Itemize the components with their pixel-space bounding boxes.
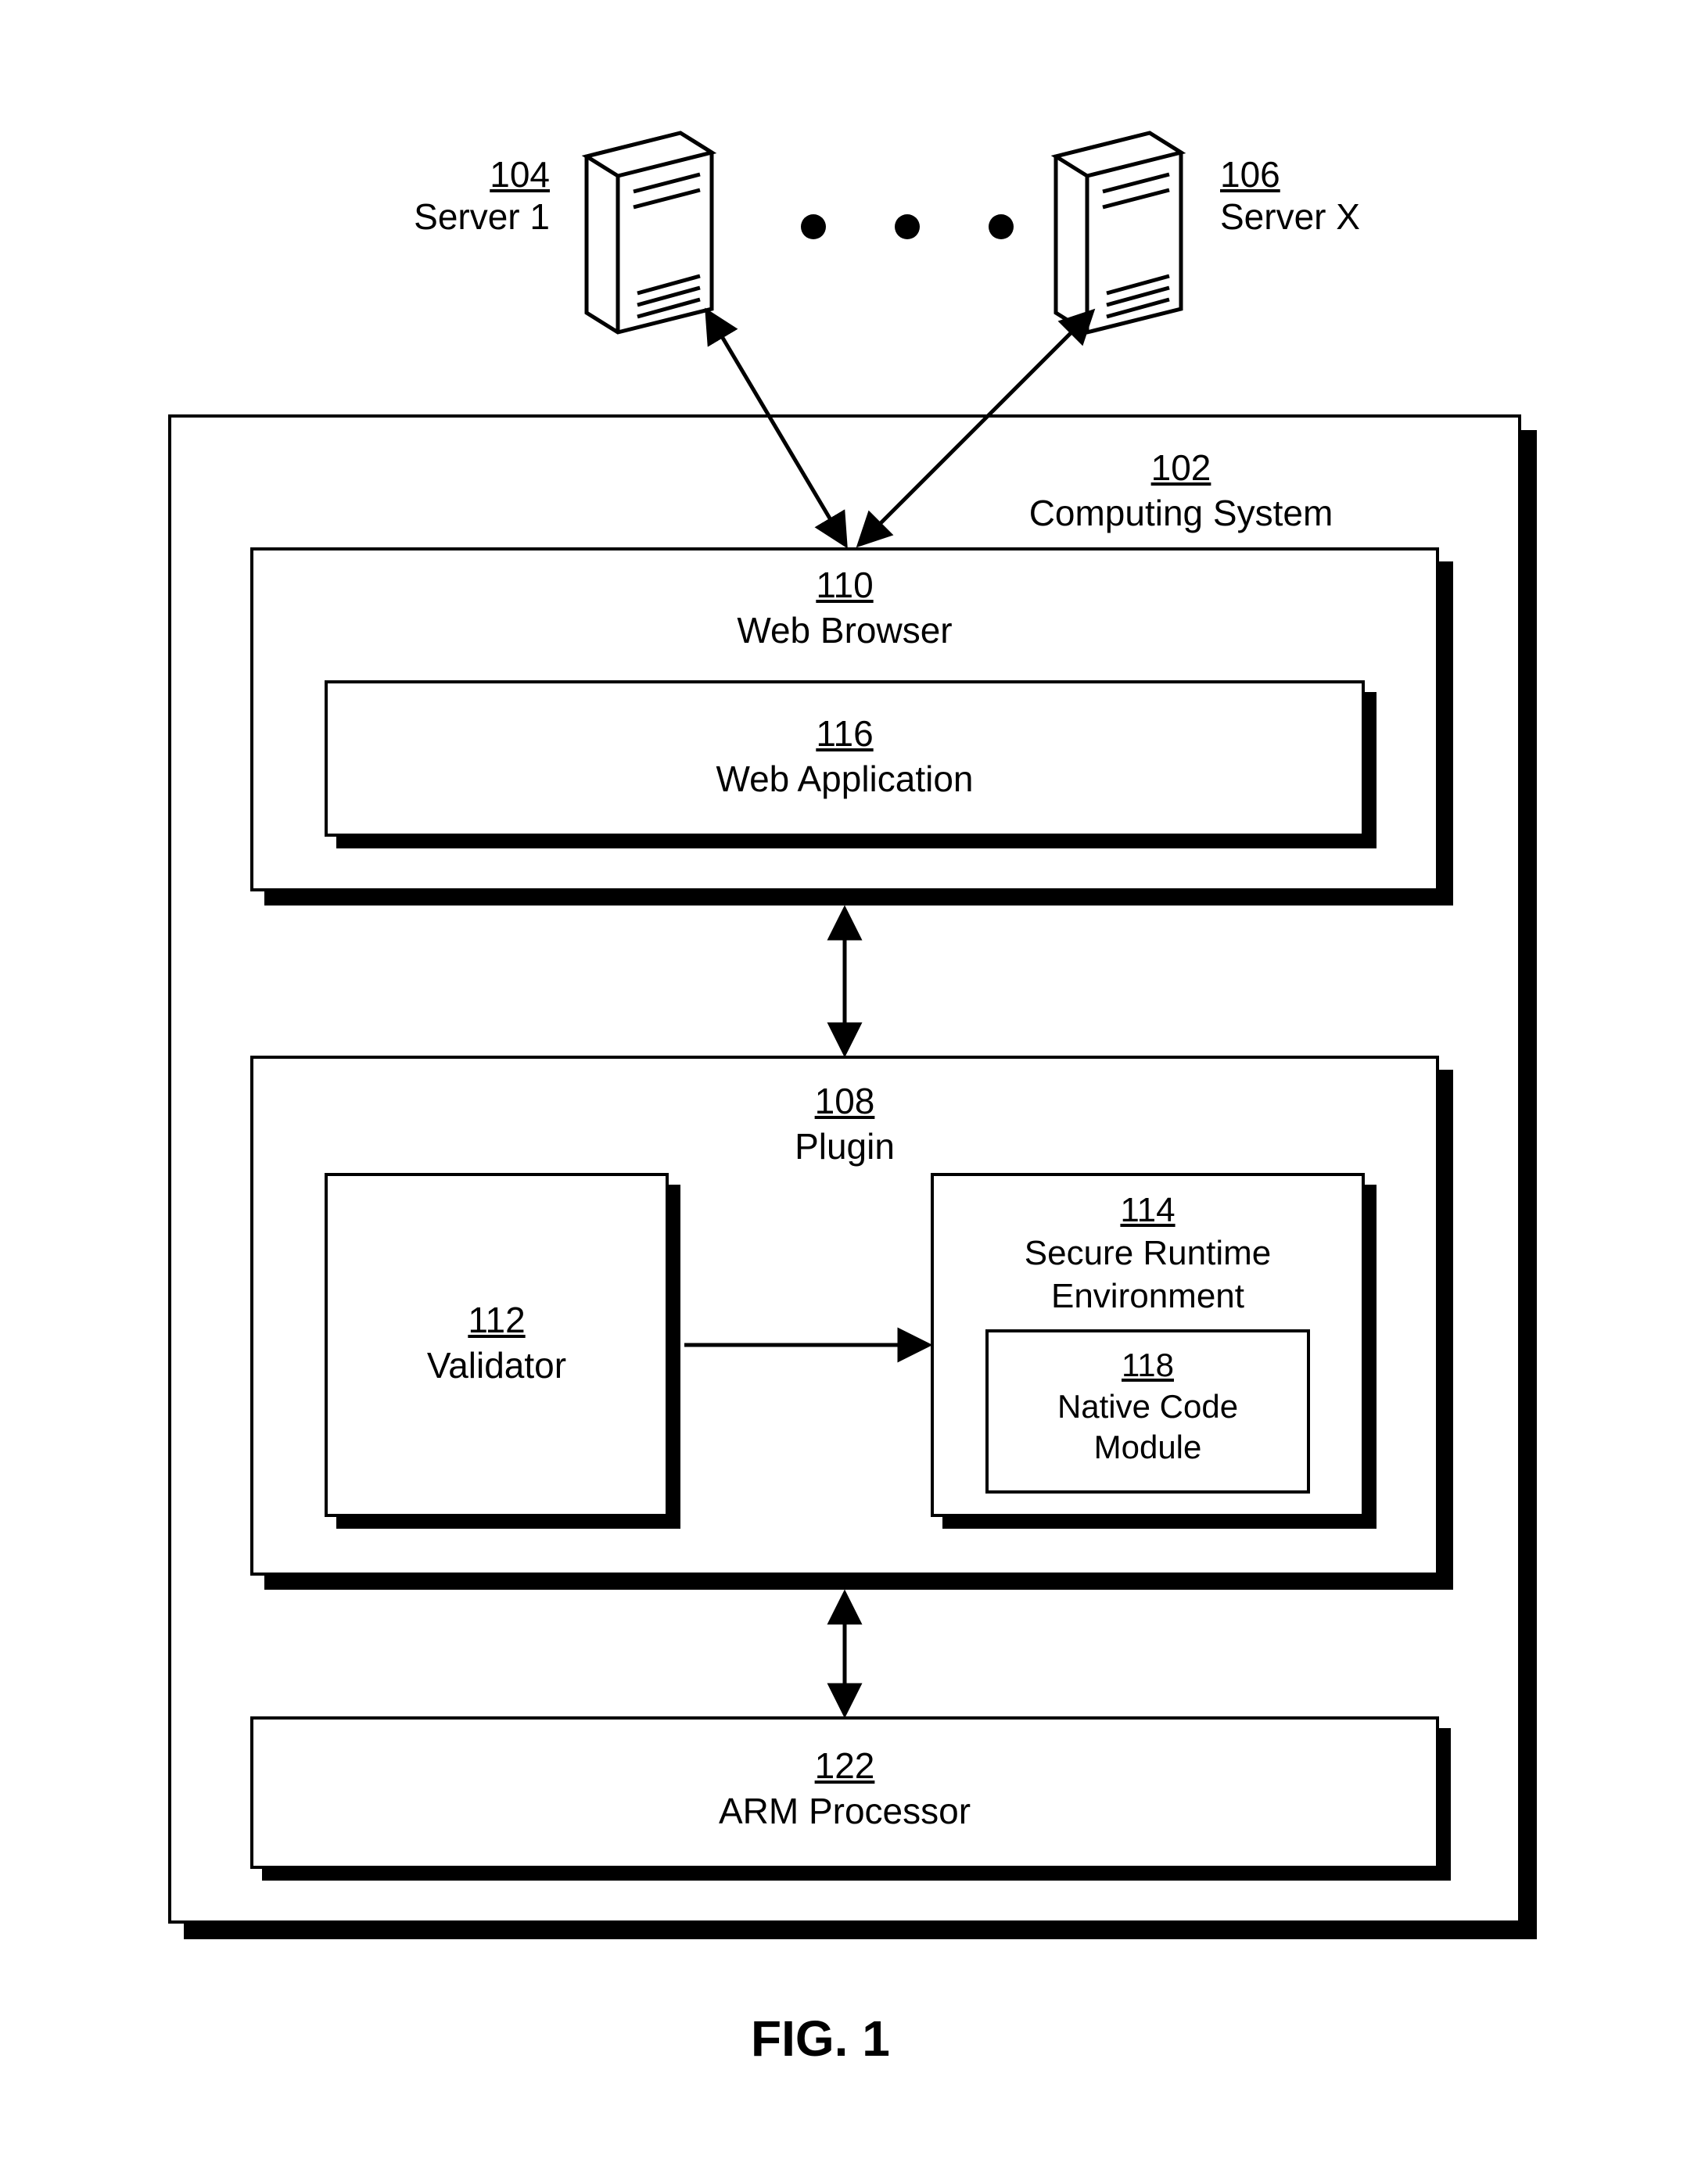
plugin-number: 108 [815,1081,875,1121]
serverx-label: 106 Server X [1220,153,1423,238]
arm-number: 122 [815,1745,875,1786]
validator-number: 112 [468,1300,525,1340]
web-application-name: Web Application [716,758,973,799]
ncm-name-line1: Native Code [1057,1388,1238,1425]
web-browser-name: Web Browser [737,610,952,651]
validator-label: 112 Validator [325,1298,669,1388]
server1-name: Server 1 [414,196,550,237]
serverx-name: Server X [1220,196,1360,237]
plugin-label: 108 Plugin [250,1079,1439,1169]
web-browser-number: 110 [816,565,873,605]
sre-name-line2: Environment [1051,1277,1244,1315]
web-browser-label: 110 Web Browser [250,563,1439,653]
sre-label: 114 Secure Runtime Environment [931,1189,1365,1318]
arm-label: 122 ARM Processor [250,1744,1439,1834]
figure-page: 104 Server 1 106 Server X [0,0,1687,2184]
sre-name-line1: Secure Runtime [1025,1234,1271,1272]
serverx-number: 106 [1220,154,1280,195]
computing-system-number: 102 [1151,447,1211,488]
figure-caption: FIG. 1 [751,2010,890,2067]
sre-number: 114 [1120,1191,1175,1229]
computing-system-name: Computing System [1029,493,1333,533]
plugin-name: Plugin [795,1126,895,1167]
computing-system-label: 102 Computing System [978,446,1384,536]
web-application-label: 116 Web Application [325,712,1365,802]
ncm-label: 118 Native Code Module [985,1345,1310,1469]
servers-ellipsis-icon [782,203,1032,254]
server1-label: 104 Server 1 [346,153,550,238]
serverx-icon [1032,109,1228,340]
ncm-name-line2: Module [1094,1429,1202,1465]
validator-name: Validator [427,1345,566,1386]
arm-name: ARM Processor [719,1791,971,1831]
server1-icon [563,109,759,340]
server1-number: 104 [490,154,550,195]
ncm-number: 118 [1122,1347,1174,1383]
web-application-number: 116 [816,713,873,754]
